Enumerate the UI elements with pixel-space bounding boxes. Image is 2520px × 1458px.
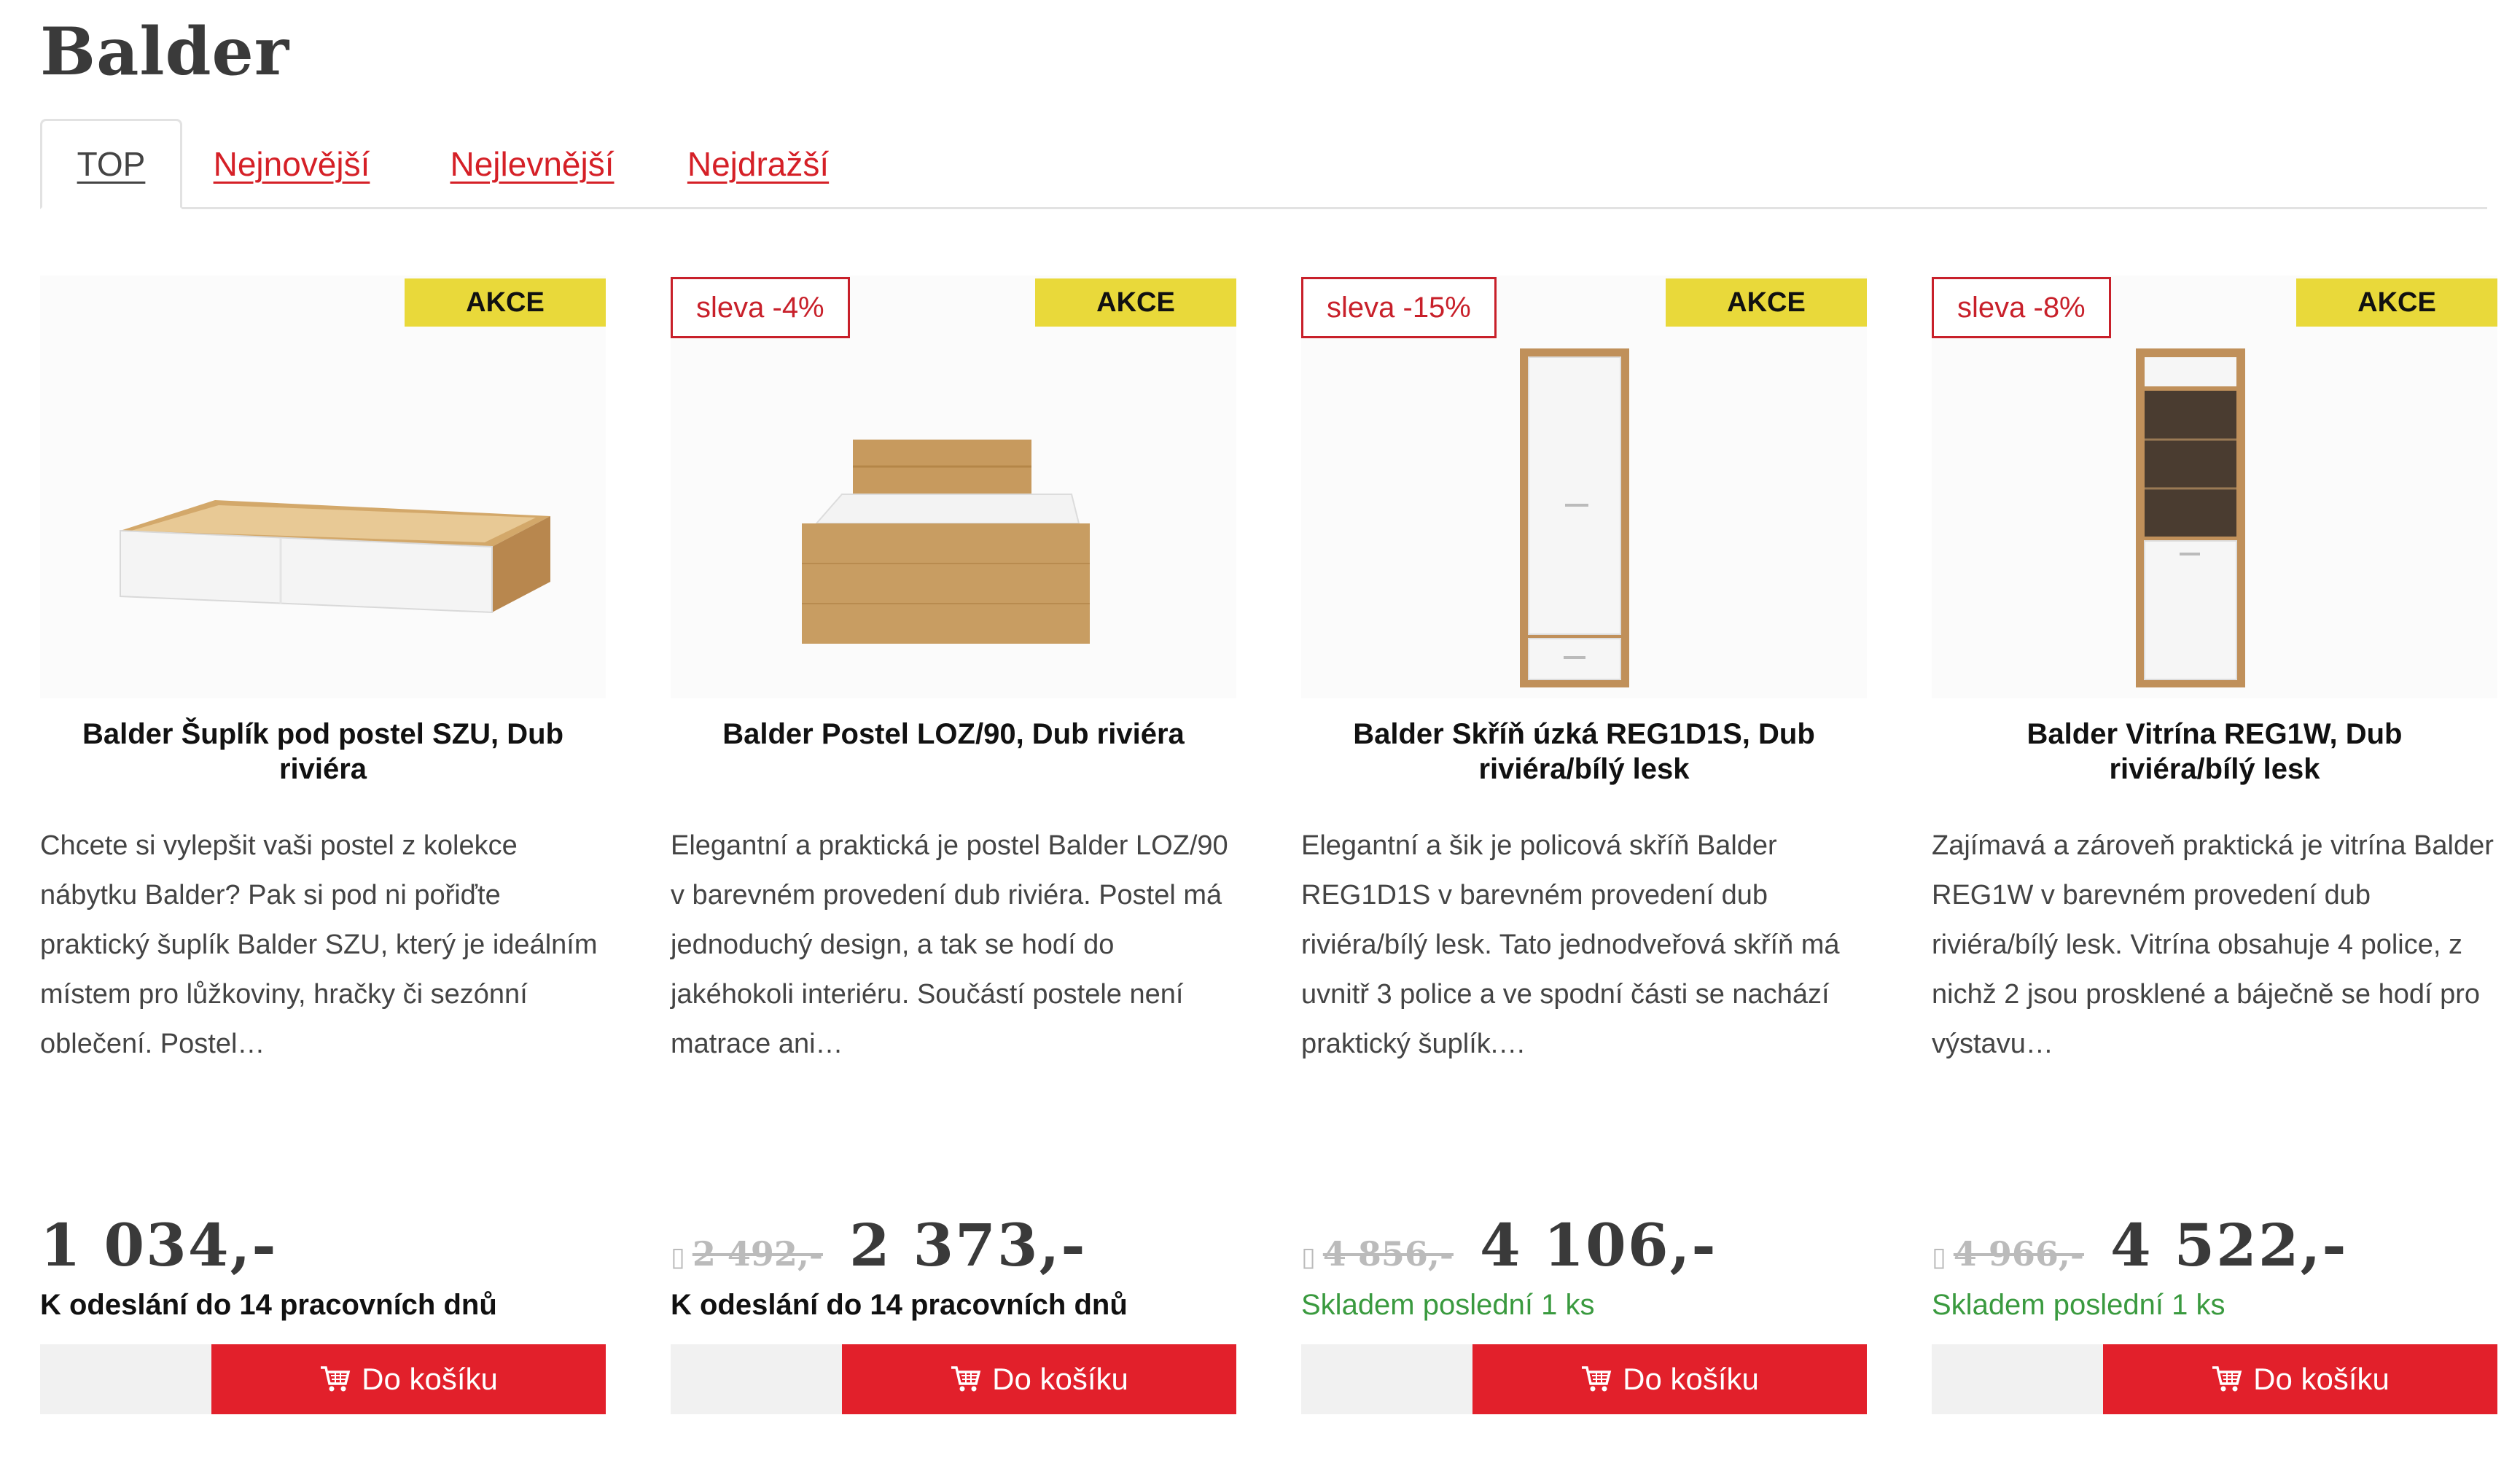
product-description: Elegantní a šik je policová skříň Balder…: [1301, 830, 1840, 1059]
sale-badge: AKCE: [405, 278, 606, 327]
discount-badge: sleva -4%: [671, 277, 850, 338]
price-current: 1 034,-: [40, 1211, 278, 1279]
old-price-icon: ▯: [671, 1242, 685, 1272]
sale-badge: AKCE: [2296, 278, 2497, 327]
add-to-cart-label: Do košíku: [1623, 1362, 1759, 1396]
buy-row: Do košíku: [1301, 1344, 1867, 1414]
quantity-field[interactable]: [1932, 1344, 2103, 1414]
tab-most-expensive[interactable]: Nejdražší: [671, 119, 846, 209]
add-to-cart-button[interactable]: Do košíku: [842, 1344, 1236, 1414]
product-card: sleva -15% AKCE Balder Skříň úzká REG1D1…: [1301, 276, 1867, 1422]
price-row: ▯ 2 492,- 2 373,-: [671, 1211, 1087, 1284]
old-price-icon: ▯: [1932, 1242, 1946, 1272]
product-image-link[interactable]: AKCE: [40, 276, 606, 698]
tab-top[interactable]: TOP: [40, 119, 182, 209]
product-image-link[interactable]: sleva -4% AKCE: [671, 276, 1236, 698]
sale-badge: AKCE: [1666, 278, 1867, 327]
drawer-image: [120, 500, 550, 614]
price-current: 2 373,-: [849, 1211, 1087, 1279]
availability-text: K odeslání do 14 pracovních dnů: [671, 1289, 1128, 1321]
quantity-field[interactable]: [1301, 1344, 1472, 1414]
availability-text: Skladem poslední 1 ks: [1932, 1289, 2226, 1321]
page-title: Balder: [40, 13, 290, 90]
quantity-field[interactable]: [40, 1344, 211, 1414]
tab-newest[interactable]: Nejnovější: [208, 119, 375, 209]
quantity-field[interactable]: [671, 1344, 842, 1414]
add-to-cart-button[interactable]: Do košíku: [2103, 1344, 2497, 1414]
sale-badge: AKCE: [1035, 278, 1236, 327]
product-description: Chcete si vylepšit vaši postel z kolekce…: [40, 830, 598, 1059]
product-card: sleva -8% AKCE Balder Vitrína REG1W, Dub…: [1932, 276, 2497, 1422]
availability-text: Skladem poslední 1 ks: [1301, 1289, 1595, 1321]
sort-tabs: TOP Nejnovější Nejlevnější Nejdražší: [40, 119, 2487, 209]
product-title[interactable]: Balder Postel LOZ/90, Dub riviéra: [693, 717, 1214, 752]
price-row: 1 034,-: [40, 1211, 278, 1284]
cart-icon: [2212, 1366, 2242, 1392]
price-row: ▯ 4 966,- 4 522,-: [1932, 1211, 2348, 1284]
old-price-icon: ▯: [1301, 1242, 1316, 1272]
tab-cheapest[interactable]: Nejlevnější: [437, 119, 627, 209]
add-to-cart-label: Do košíku: [2253, 1362, 2390, 1396]
price-current: 4 106,-: [1479, 1211, 1717, 1279]
cart-icon: [1582, 1366, 1612, 1392]
price-old: 4 856,-: [1322, 1234, 1454, 1274]
price-old: 2 492,-: [692, 1234, 823, 1274]
buy-row: Do košíku: [1932, 1344, 2497, 1414]
bed-image: [802, 440, 1090, 644]
availability-text: K odeslání do 14 pracovních dnů: [40, 1289, 497, 1321]
discount-badge: sleva -8%: [1932, 277, 2111, 338]
cart-icon: [321, 1366, 351, 1392]
price-old: 4 966,-: [1953, 1234, 2084, 1274]
add-to-cart-button[interactable]: Do košíku: [1472, 1344, 1867, 1414]
product-description: Zajímavá a zároveň praktická je vitrína …: [1932, 830, 2494, 1059]
cart-icon: [951, 1366, 981, 1392]
vitrine-image: [2136, 348, 2245, 687]
add-to-cart-label: Do košíku: [362, 1362, 498, 1396]
buy-row: Do košíku: [40, 1344, 606, 1414]
product-card: sleva -4% AKCE Balder Postel LOZ/90, Dub…: [671, 276, 1236, 1422]
price-current: 4 522,-: [2110, 1211, 2348, 1279]
product-description: Elegantní a praktická je postel Balder L…: [671, 830, 1228, 1059]
tabs-divider: [40, 207, 2487, 209]
discount-badge: sleva -15%: [1301, 277, 1497, 338]
add-to-cart-label: Do košíku: [992, 1362, 1128, 1396]
price-row: ▯ 4 856,- 4 106,-: [1301, 1211, 1717, 1284]
wardrobe-image: [1520, 348, 1629, 687]
product-image-link[interactable]: sleva -8% AKCE: [1932, 276, 2497, 698]
product-image-link[interactable]: sleva -15% AKCE: [1301, 276, 1867, 698]
product-card: AKCE Balder Šuplík pod postel SZU, Dub r…: [40, 276, 606, 1422]
add-to-cart-button[interactable]: Do košíku: [211, 1344, 606, 1414]
product-title[interactable]: Balder Skříň úzká REG1D1S, Dub riviéra/b…: [1323, 717, 1845, 787]
product-title[interactable]: Balder Šuplík pod postel SZU, Dub riviér…: [62, 717, 584, 787]
product-title[interactable]: Balder Vitrína REG1W, Dub riviéra/bílý l…: [1954, 717, 2476, 787]
buy-row: Do košíku: [671, 1344, 1236, 1414]
